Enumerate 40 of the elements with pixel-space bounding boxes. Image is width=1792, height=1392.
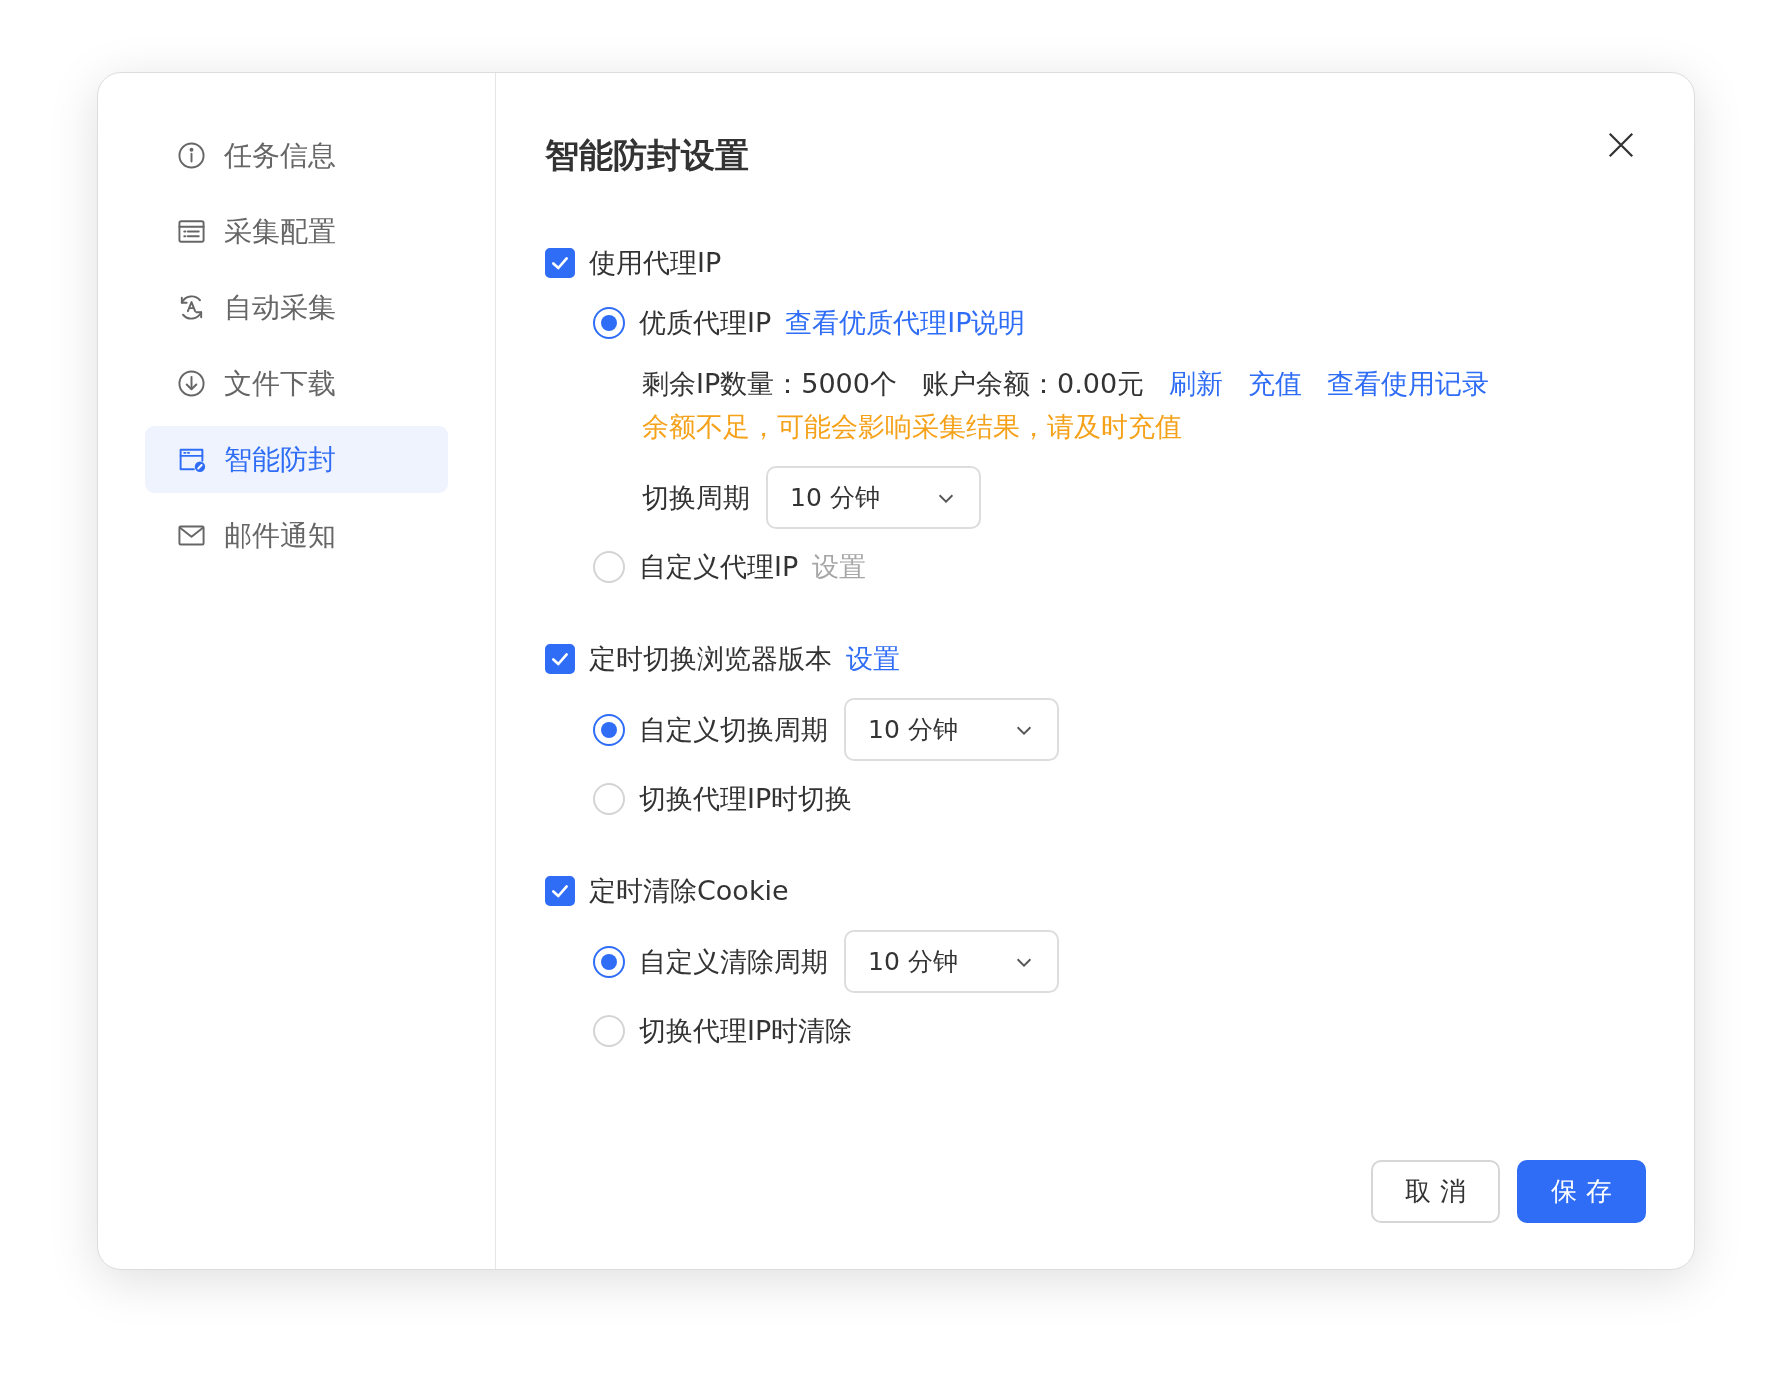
radio-label: 自定义清除周期 — [639, 944, 828, 979]
radio-button[interactable] — [593, 713, 625, 746]
action-link[interactable]: 充值 — [1248, 366, 1303, 402]
radio-label: 自定义代理IP — [639, 550, 799, 584]
dialog-title: 智能防封设置 — [545, 134, 749, 177]
info-icon — [177, 141, 206, 170]
checkbox-label: 使用代理IP — [589, 246, 722, 280]
sidebar-item[interactable]: 智能防封 — [145, 426, 448, 493]
checkbox[interactable] — [545, 644, 575, 674]
stat-text: 剩余IP数量：5000个 — [642, 367, 897, 401]
stat-text: 账户余额：0.00元 — [921, 367, 1145, 401]
sidebar-item[interactable]: 任务信息 — [145, 122, 448, 189]
period-label: 切换周期 — [642, 480, 750, 515]
action-link[interactable]: 刷新 — [1169, 366, 1224, 402]
checkbox[interactable] — [545, 876, 575, 906]
checkbox[interactable] — [545, 248, 575, 278]
action-link[interactable]: 查看使用记录 — [1327, 366, 1490, 402]
settings-link[interactable]: 设置 — [846, 641, 900, 677]
period-select[interactable]: 10 分钟 — [844, 698, 1059, 761]
radio-label: 自定义切换周期 — [639, 712, 828, 747]
warning-text: 余额不足，可能会影响采集结果，请及时充值 — [642, 410, 1183, 444]
sidebar-item[interactable]: 文件下载 — [145, 350, 448, 417]
radio-button[interactable] — [593, 307, 625, 339]
save-button[interactable]: 保 存 — [1517, 1160, 1646, 1223]
radio-label: 切换代理IP时清除 — [639, 1014, 853, 1048]
sidebar-item[interactable]: 自动采集 — [145, 274, 448, 341]
close-icon[interactable] — [1606, 130, 1636, 160]
checkbox-label: 定时切换浏览器版本 — [589, 642, 832, 676]
sidebar-item[interactable]: 采集配置 — [145, 198, 448, 265]
checkbox-label: 定时清除Cookie — [589, 874, 789, 908]
period-select[interactable]: 10 分钟 — [766, 466, 981, 529]
settings-link[interactable]: 查看优质代理IP说明 — [785, 305, 1026, 341]
download-icon — [177, 369, 206, 398]
radio-button[interactable] — [593, 945, 625, 978]
cancel-button[interactable]: 取 消 — [1371, 1160, 1500, 1223]
list-icon — [177, 217, 206, 246]
radio-label: 切换代理IP时切换 — [639, 782, 853, 816]
radio-label: 优质代理IP — [639, 306, 772, 340]
sidebar-item[interactable]: 邮件通知 — [145, 502, 448, 569]
period-select[interactable]: 10 分钟 — [844, 930, 1059, 993]
